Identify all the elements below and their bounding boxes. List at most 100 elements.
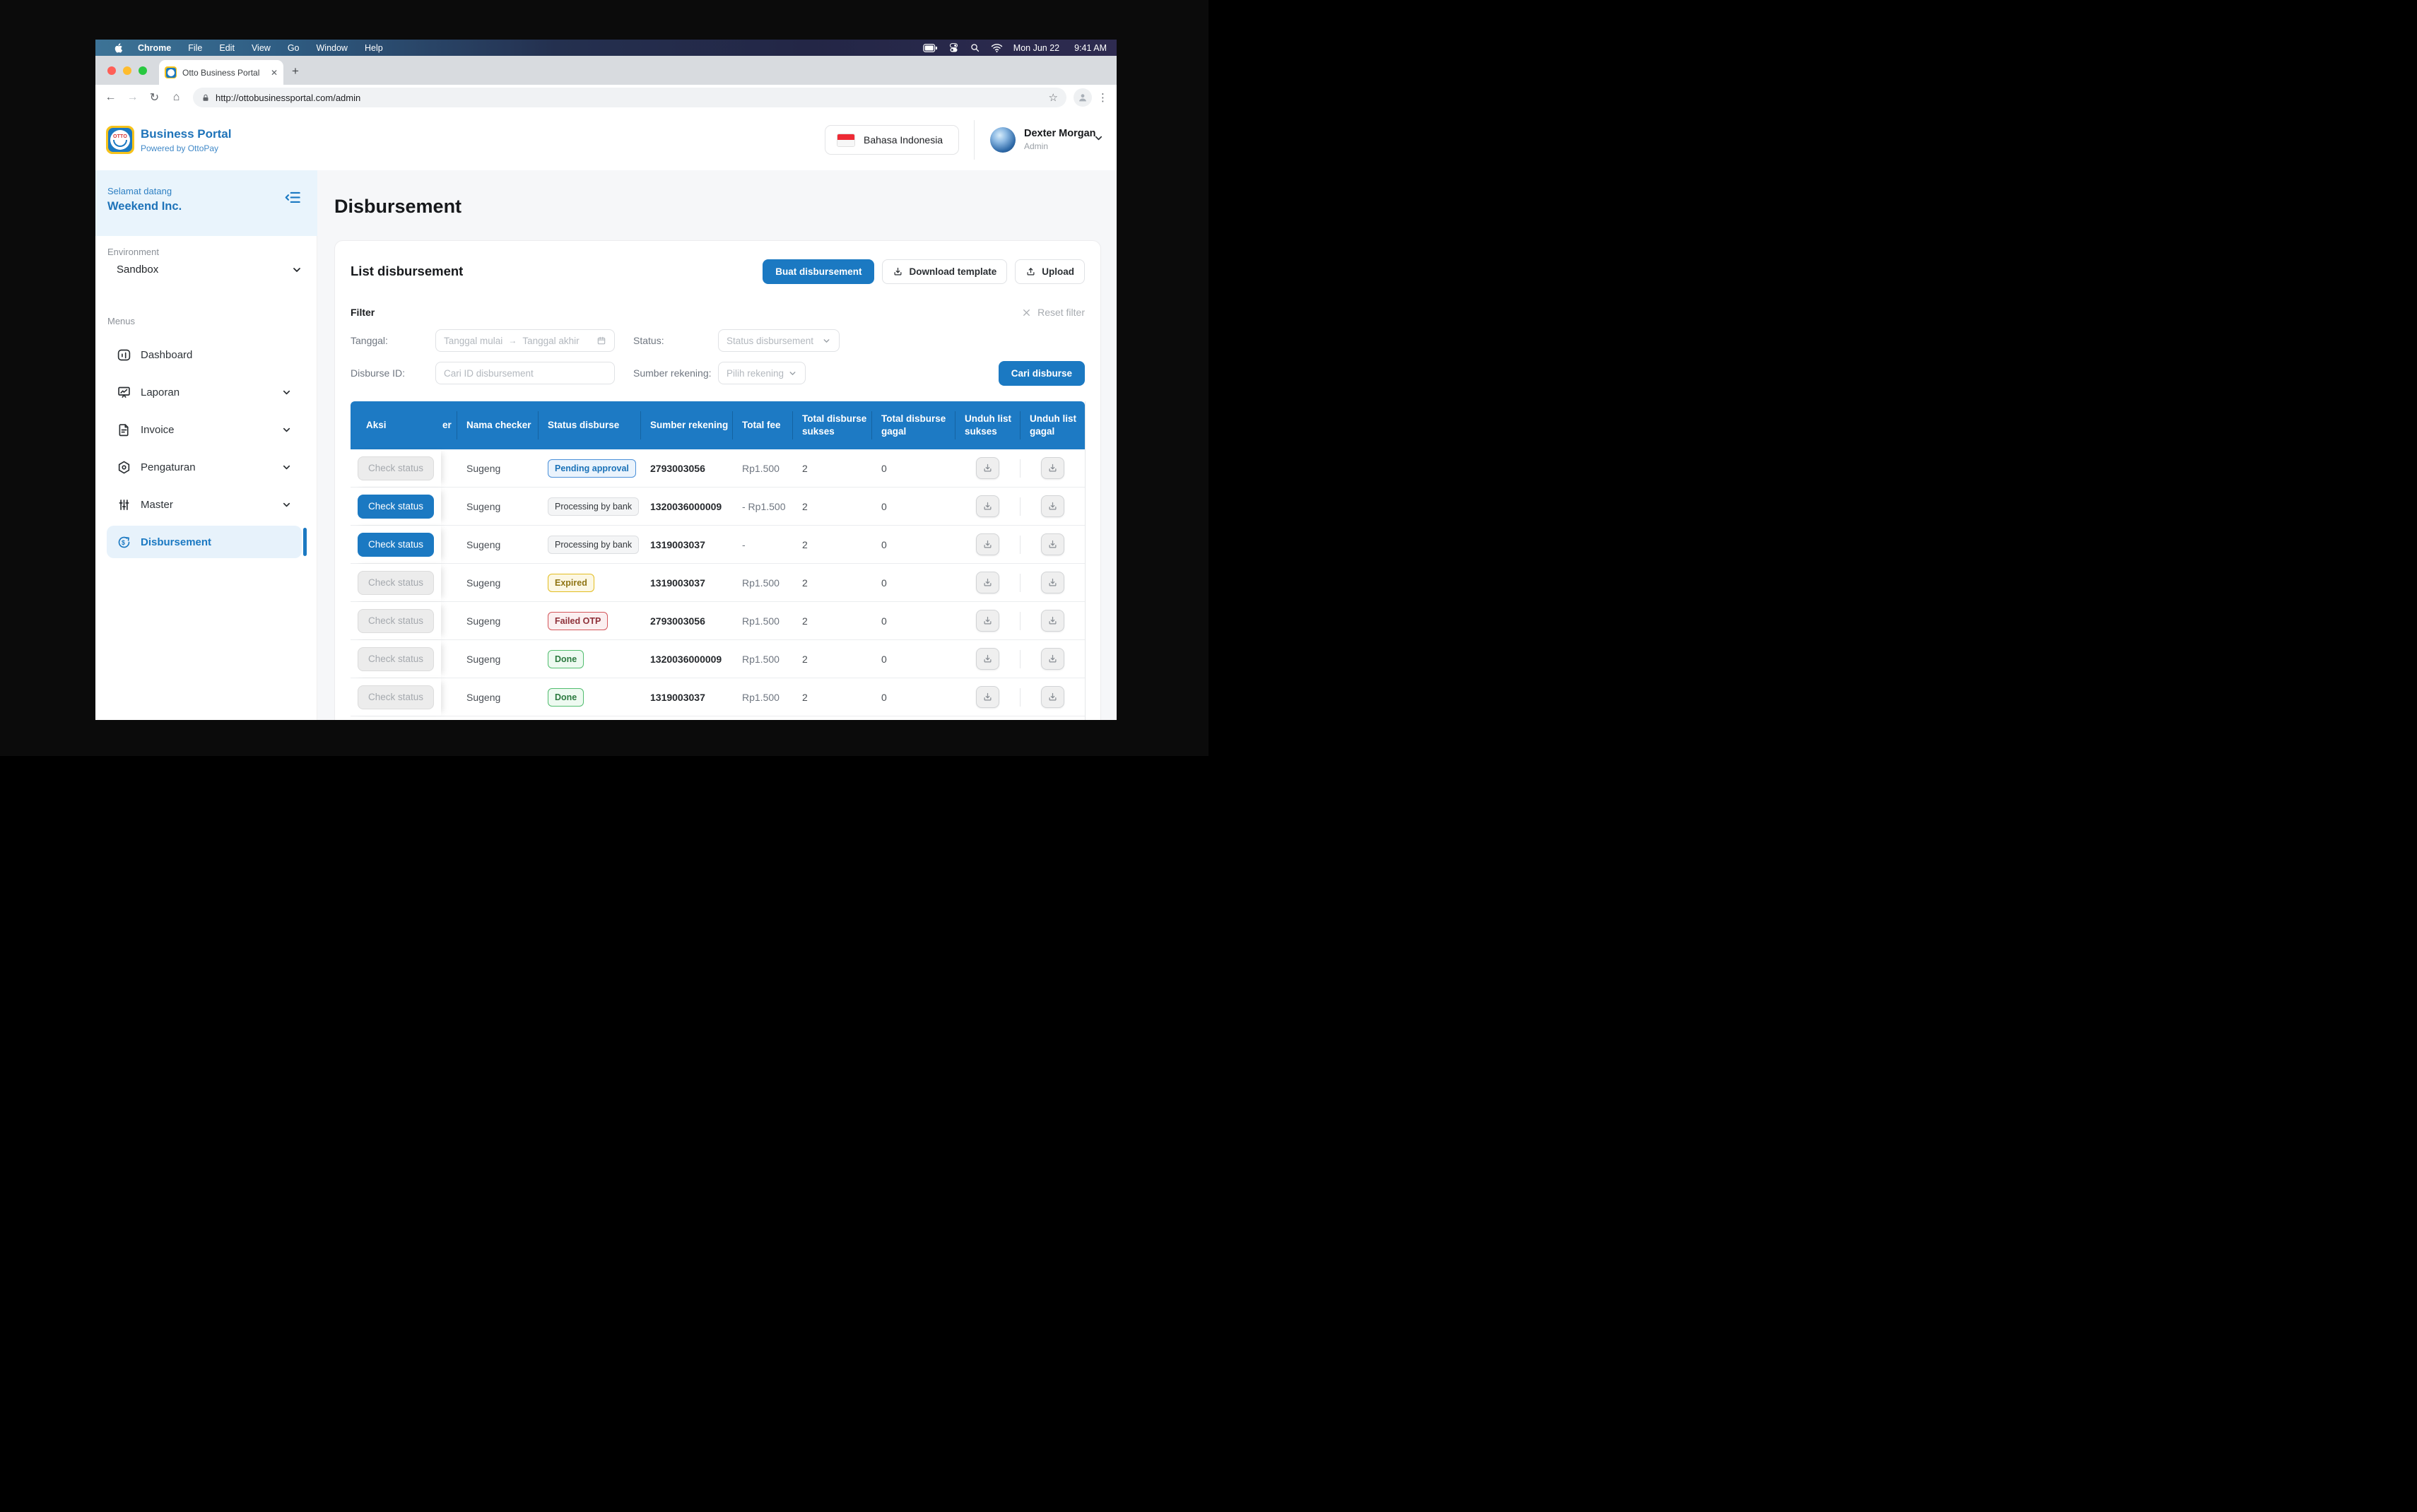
wifi-icon[interactable] [991,43,1003,53]
brand-title: Business Portal [141,127,232,141]
buat-disbursement-button[interactable]: Buat disbursement [763,259,874,284]
download-list-sukses-button[interactable] [976,610,999,632]
new-tab-button[interactable]: + [292,64,299,78]
user-menu-chevron-down-icon[interactable] [1093,133,1104,143]
language-selector[interactable]: Bahasa Indonesia [825,125,959,155]
reset-filter-button[interactable]: Reset filter [1022,307,1085,318]
apple-icon[interactable] [114,42,124,54]
browser-profile-icon[interactable] [1074,88,1092,107]
status-label: Status: [633,335,718,346]
menubar-item-edit[interactable]: Edit [219,43,235,53]
sidebar-item-dashboard[interactable]: Dashboard [107,338,302,371]
upload-button[interactable]: Upload [1015,259,1085,284]
main-content: Disbursement List disbursement Buat disb… [317,170,1117,720]
sidebar-item-laporan[interactable]: Laporan [107,376,302,408]
total-fee-cell: Rp1.500 [732,564,792,601]
disburse-id-input[interactable]: Cari ID disbursement [435,362,615,384]
language-label: Bahasa Indonesia [864,134,943,146]
search-icon[interactable] [970,42,980,53]
zoom-window-button[interactable] [139,66,147,75]
control-center-icon[interactable] [948,42,959,53]
download-list-gagal-button[interactable] [1041,572,1064,593]
download-template-button[interactable]: Download template [882,259,1007,284]
total-disburse-sukses-cell: 2 [792,488,871,525]
total-disburse-sukses-cell: 2 [792,602,871,639]
download-list-sukses-button[interactable] [976,533,999,555]
download-icon [982,577,993,588]
sidebar-item-pengaturan[interactable]: Pengaturan [107,451,302,483]
tab-close-icon[interactable]: ✕ [271,68,278,78]
battery-icon[interactable] [923,43,938,53]
welcome-label: Selamat datang [107,186,172,196]
browser-toolbar: ← → ↻ ⌂ http://ottobusinessportal.com/ad… [95,85,1117,111]
status-select[interactable]: Status disbursement [718,329,840,352]
nama-checker-cell: Sugeng [457,526,538,563]
unduh-sukses-cell [955,640,1020,678]
check-status-button[interactable]: Check status [358,456,434,480]
column-header: Status disburse [538,401,640,449]
sidebar-item-label: Laporan [141,386,281,398]
download-list-sukses-button[interactable] [976,495,999,517]
sidebar-item-master[interactable]: Master [107,488,302,521]
download-list-sukses-button[interactable] [976,686,999,708]
total-disburse-sukses-cell: 2 [792,526,871,563]
nama-checker-cell: Sugeng [457,449,538,487]
browser-tab[interactable]: Otto Business Portal ✕ [159,60,283,85]
environment-select[interactable]: Sandbox [117,264,302,276]
reload-button[interactable]: ↻ [143,90,165,105]
maker-cell-clipped [441,678,457,716]
download-list-gagal-button[interactable] [1041,495,1064,517]
download-list-sukses-button[interactable] [976,648,999,670]
table-header: AksierNama checkerStatus disburseSumber … [351,401,1085,449]
sidebar-item-label: Invoice [141,424,281,436]
download-list-sukses-button[interactable] [976,457,999,479]
total-fee-cell: - [732,526,792,563]
menubar-item-file[interactable]: File [188,43,202,53]
page-body: Selamat datang Weekend Inc. Environment … [95,170,1117,720]
forward-button[interactable]: → [122,91,143,104]
menubar-item-window[interactable]: Window [317,43,348,53]
total-fee-cell: - Rp1.500 [732,488,792,525]
cari-disburse-button[interactable]: Cari disburse [999,361,1085,386]
sidebar-collapse-icon[interactable] [284,189,302,207]
unduh-gagal-cell [1020,449,1085,487]
environment-label: Environment [107,247,159,257]
browser-menu-icon[interactable]: ⋮ [1098,91,1108,104]
unduh-sukses-cell [955,678,1020,716]
download-list-sukses-button[interactable] [976,572,999,593]
download-list-gagal-button[interactable] [1041,648,1064,670]
download-list-gagal-button[interactable] [1041,533,1064,555]
filter-label: Filter [351,307,1022,318]
column-header: Nama checker [457,401,538,449]
minimize-window-button[interactable] [123,66,131,75]
nama-checker-cell: Sugeng [457,602,538,639]
status-badge: Processing by bank [548,497,639,516]
download-list-gagal-button[interactable] [1041,610,1064,632]
sidebar-item-invoice[interactable]: Invoice [107,413,302,446]
bookmark-star-icon[interactable]: ☆ [1049,91,1058,104]
user-avatar[interactable] [990,127,1016,153]
menubar-item-view[interactable]: View [252,43,271,53]
check-status-button[interactable]: Check status [358,647,434,671]
check-status-button[interactable]: Check status [358,685,434,709]
status-cell: Done [538,678,640,716]
address-bar[interactable]: http://ottobusinessportal.com/admin ☆ [193,88,1066,107]
check-status-button[interactable]: Check status [358,533,434,557]
back-button[interactable]: ← [100,91,122,104]
check-status-button[interactable]: Check status [358,609,434,633]
home-button[interactable]: ⌂ [165,91,187,104]
check-status-button[interactable]: Check status [358,571,434,595]
unduh-gagal-cell [1020,526,1085,563]
menubar-item-help[interactable]: Help [365,43,383,53]
download-list-gagal-button[interactable] [1041,686,1064,708]
menubar-item-go[interactable]: Go [288,43,300,53]
sumber-rekening-select[interactable]: Pilih rekening [718,362,806,384]
close-window-button[interactable] [107,66,116,75]
download-list-gagal-button[interactable] [1041,457,1064,479]
total-fee-cell: Rp1.500 [732,602,792,639]
menubar-item-chrome[interactable]: Chrome [138,43,171,53]
sidebar-item-disbursement[interactable]: $ Disbursement [107,526,302,558]
check-status-button[interactable]: Check status [358,495,434,519]
date-range-input[interactable]: Tanggal mulai → Tanggal akhir [435,329,615,352]
table-row-partial [351,716,1085,720]
